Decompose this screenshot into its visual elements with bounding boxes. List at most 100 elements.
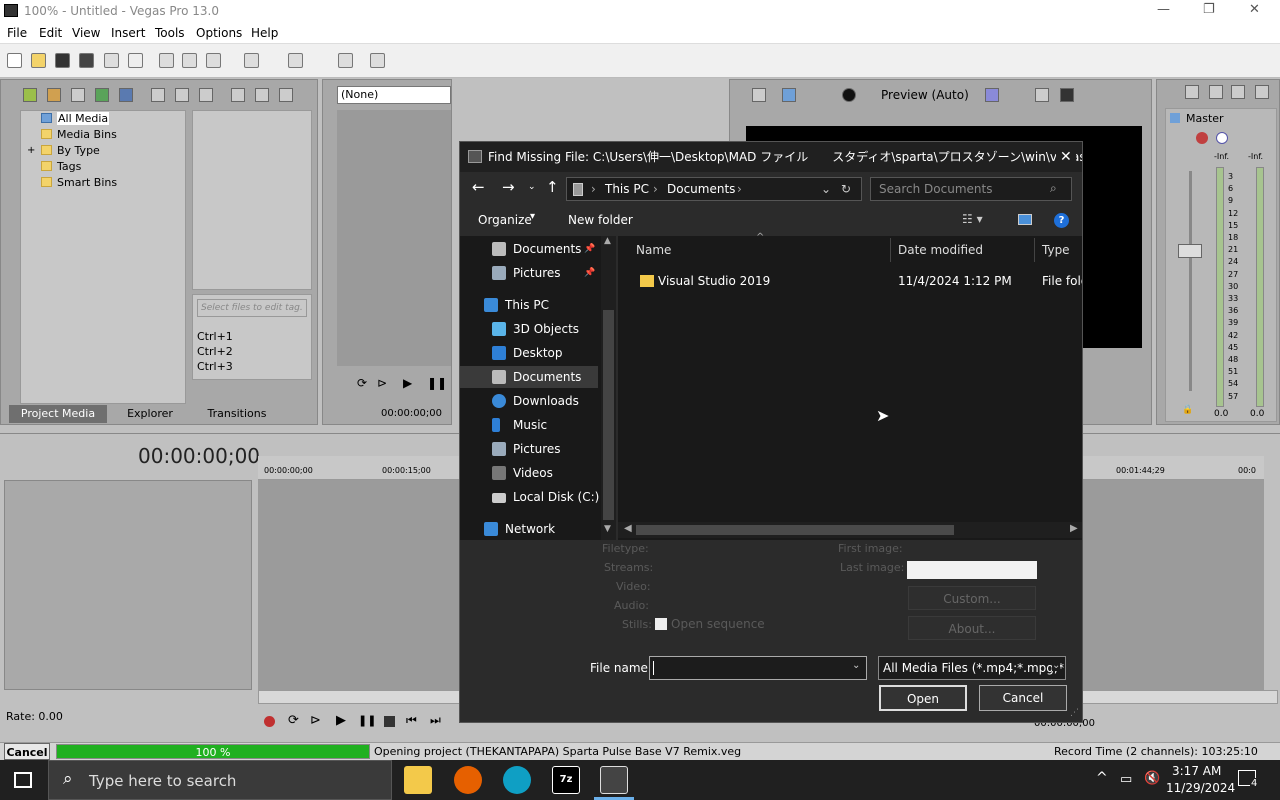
column-date-modified[interactable]: Date modified xyxy=(898,243,983,257)
column-name[interactable]: Name xyxy=(636,243,671,257)
downmix-icon[interactable] xyxy=(1209,85,1223,99)
dialog-close-button[interactable]: ✕ xyxy=(1056,142,1076,172)
undo-icon[interactable] xyxy=(244,53,259,68)
get-media-icon[interactable] xyxy=(71,88,85,102)
nav-item-videos[interactable]: Videos xyxy=(460,462,600,484)
firefox-icon[interactable] xyxy=(454,766,482,794)
taskbar-date[interactable]: 11/29/2024 xyxy=(1166,781,1235,795)
tab-transitions[interactable]: Transitions xyxy=(197,405,277,423)
file-type-filter[interactable]: All Media Files (*.mp4;*.mpg;*.j xyxy=(878,656,1066,680)
save-icon[interactable] xyxy=(55,53,70,68)
loop-icon[interactable]: ⟳ xyxy=(357,376,367,390)
nav-item-network[interactable]: Network xyxy=(460,518,600,540)
nav-item-local-disk[interactable]: Local Disk (C:) xyxy=(460,486,600,508)
vegas-pro-icon[interactable] xyxy=(600,766,628,794)
go-to-end-icon[interactable]: ⏭ xyxy=(430,713,441,728)
go-to-start-icon[interactable]: ⏮ xyxy=(406,713,417,728)
taskbar-time[interactable]: 3:17 AM xyxy=(1172,764,1221,778)
tree-item-smart-bins[interactable]: Smart Bins xyxy=(41,175,117,191)
column-type[interactable]: Type xyxy=(1042,243,1070,257)
record-icon[interactable] xyxy=(264,716,275,727)
external-monitor-icon[interactable] xyxy=(782,88,796,102)
breadcrumb[interactable]: › This PC › Documents › ⌄ ↻ xyxy=(566,177,862,201)
7zip-icon[interactable]: 7z xyxy=(552,766,580,794)
resize-grip-icon[interactable]: ⋰ xyxy=(1070,708,1079,718)
refresh-icon[interactable] xyxy=(95,88,109,102)
scroll-down-icon[interactable]: ▼ xyxy=(604,524,611,534)
open-folder-icon[interactable] xyxy=(31,53,46,68)
save-as-icon[interactable] xyxy=(79,53,94,68)
chevron-down-icon[interactable]: ⌄ xyxy=(852,660,860,671)
master-properties-icon[interactable] xyxy=(1185,85,1199,99)
tag-edit-field[interactable]: Select files to edit tag. xyxy=(197,299,307,317)
refresh-icon[interactable]: ↻ xyxy=(841,178,851,200)
nav-item-documents-pinned[interactable]: Documents 📌 xyxy=(460,238,600,260)
chevron-down-icon[interactable]: ⌄ xyxy=(1052,660,1061,671)
menu-help[interactable]: Help xyxy=(251,26,278,40)
last-image-field[interactable] xyxy=(907,561,1037,579)
stop-icon[interactable] xyxy=(255,88,269,102)
tree-item-media-bins[interactable]: Media Bins xyxy=(41,127,117,143)
taskbar-search[interactable]: ⌕ Type here to search xyxy=(48,760,392,800)
search-input[interactable]: Search Documents xyxy=(870,177,1072,201)
help-pointer-icon[interactable] xyxy=(370,53,385,68)
nav-scrollbar[interactable]: ▲ ▼ xyxy=(601,236,616,540)
split-screen-icon[interactable] xyxy=(842,88,856,102)
split-icon[interactable] xyxy=(199,88,213,102)
open-sequence-checkbox[interactable] xyxy=(655,618,667,630)
capture-video-icon[interactable] xyxy=(47,88,61,102)
chevron-down-icon[interactable]: ⌄ xyxy=(821,178,831,200)
views-icon[interactable] xyxy=(175,88,189,102)
master-mute-icon[interactable] xyxy=(1216,132,1228,144)
overlays-icon[interactable] xyxy=(985,88,999,102)
nav-item-documents[interactable]: Documents xyxy=(460,366,598,388)
open-button[interactable]: Open xyxy=(879,685,967,711)
close-button[interactable]: ✕ xyxy=(1249,2,1260,17)
forward-arrow-icon[interactable]: → xyxy=(502,178,515,196)
back-arrow-icon[interactable]: ← xyxy=(472,178,485,196)
about-button[interactable]: About... xyxy=(908,616,1036,640)
scroll-thumb[interactable] xyxy=(603,310,614,520)
play-from-start-icon[interactable]: ⊳ xyxy=(310,713,321,728)
menu-view[interactable]: View xyxy=(72,26,100,40)
tree-item-all-media[interactable]: All Media xyxy=(41,111,110,127)
volume-muted-icon[interactable]: 🔇 xyxy=(1144,771,1160,786)
copy-snapshot-icon[interactable] xyxy=(1035,88,1049,102)
help-icon[interactable]: ? xyxy=(1054,213,1069,228)
pause-icon[interactable]: ❚❚ xyxy=(358,714,376,727)
nav-item-3d-objects[interactable]: 3D Objects xyxy=(460,318,600,340)
menu-edit[interactable]: Edit xyxy=(39,26,62,40)
menu-insert[interactable]: Insert xyxy=(111,26,145,40)
play-from-start-icon[interactable]: ⊳ xyxy=(377,376,387,390)
cancel-button[interactable]: Cancel xyxy=(979,685,1067,711)
scroll-right-icon[interactable]: ▶ xyxy=(1070,523,1078,534)
remove-icon[interactable] xyxy=(151,88,165,102)
view-options-icon[interactable]: ☷ ▾ xyxy=(962,212,983,226)
loop-icon[interactable]: ⟳ xyxy=(288,713,299,728)
breadcrumb-documents[interactable]: Documents xyxy=(667,178,735,200)
lock-icon[interactable]: 🔒 xyxy=(1182,405,1193,415)
import-media-icon[interactable] xyxy=(23,88,37,102)
up-arrow-icon[interactable]: ↑ xyxy=(546,178,559,196)
volume-fader[interactable] xyxy=(1178,244,1202,258)
windows-start-icon[interactable] xyxy=(14,772,32,788)
file-name-input[interactable] xyxy=(649,656,867,680)
new-icon[interactable] xyxy=(7,53,22,68)
nav-item-music[interactable]: Music xyxy=(460,414,600,436)
maximize-button[interactable]: ❐ xyxy=(1203,2,1215,17)
trimmer-dropdown[interactable]: (None) xyxy=(337,86,451,104)
copy-icon[interactable] xyxy=(182,53,197,68)
tree-item-by-type[interactable]: By Type xyxy=(41,143,100,159)
tree-item-tags[interactable]: Tags xyxy=(41,159,81,175)
save-snapshot-icon[interactable] xyxy=(1060,88,1074,102)
preview-quality-dropdown[interactable]: Preview (Auto) xyxy=(881,88,969,102)
cut-icon[interactable] xyxy=(159,53,174,68)
envelope-tool-icon[interactable] xyxy=(338,53,353,68)
custom-button[interactable]: Custom... xyxy=(908,586,1036,610)
media-fx-icon[interactable] xyxy=(119,88,133,102)
play-icon[interactable]: ▶ xyxy=(336,713,346,728)
nav-item-this-pc[interactable]: This PC xyxy=(460,294,600,316)
scroll-left-icon[interactable]: ◀ xyxy=(624,523,632,534)
breadcrumb-this-pc[interactable]: This PC xyxy=(605,178,649,200)
nav-item-desktop[interactable]: Desktop xyxy=(460,342,600,364)
